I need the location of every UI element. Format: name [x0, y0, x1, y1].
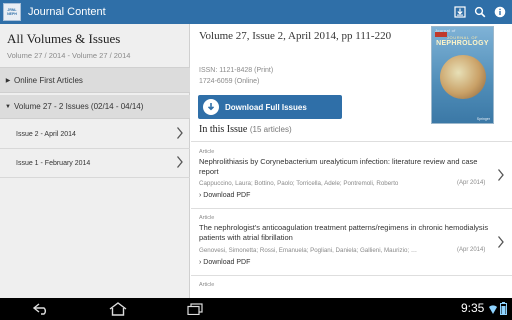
volume-group-label: Volume 27 - 2 Issues (02/14 - 04/14): [14, 102, 144, 111]
wifi-icon: [489, 305, 497, 314]
article-item[interactable]: Article The nephrologist's anticoagulati…: [191, 209, 512, 275]
online-first-label: Online First Articles: [14, 75, 83, 85]
download-icon: [203, 99, 219, 115]
collapse-down-icon: ▼: [5, 103, 11, 110]
chevron-right-icon: [497, 236, 504, 248]
cover-artwork: [440, 55, 486, 99]
app-icon-label-bottom: NEPH: [7, 12, 17, 16]
article-type: Article: [199, 282, 215, 288]
sidebar-subtitle: Volume 27 / 2014 - Volume 27 / 2014: [7, 51, 131, 60]
article-count: (15 articles): [249, 125, 292, 134]
article-title[interactable]: The nephrologist's anticoagulation treat…: [199, 223, 489, 243]
journal-cover[interactable]: Journal of JOURNAL OF NEPHROLOGY Springe…: [431, 26, 494, 124]
download-full-issue-button[interactable]: Download Full Issues: [198, 95, 342, 119]
article-title[interactable]: Nephrolithiasis by Corynebacterium ureal…: [199, 157, 489, 177]
volume-group-row[interactable]: ▼ Volume 27 - 2 Issues (02/14 - 04/14): [0, 95, 190, 119]
article-item[interactable]: Article Nephrolithiasis by Corynebacteri…: [191, 142, 512, 208]
issue-title: Volume 27, Issue 2, April 2014, pp 111-2…: [199, 30, 392, 42]
search-icon[interactable]: [474, 6, 486, 18]
download-manager-icon[interactable]: [454, 6, 466, 18]
issn-print: ISSN: 1121-8428 (Print): [199, 67, 274, 74]
download-full-issue-label: Download Full Issues: [225, 102, 307, 112]
action-bar: JRNL NEPH Journal Content: [0, 0, 512, 24]
issn-online: 1724-6059 (Online): [199, 78, 260, 85]
article-authors: Cappuccino, Laura; Bottino, Paolo; Torri…: [199, 180, 399, 187]
system-nav-bar: 9:35: [0, 298, 512, 320]
article-type: Article: [199, 149, 215, 155]
issue-row[interactable]: Issue 1 - February 2014: [0, 149, 190, 178]
cover-publisher: Springer: [476, 117, 490, 121]
info-icon[interactable]: [494, 6, 506, 18]
status-clock: 9:35: [461, 301, 485, 315]
issue-row[interactable]: Issue 2 - April 2014: [0, 120, 190, 149]
chevron-right-icon: [176, 156, 183, 168]
volumes-sidebar: All Volumes & Issues Volume 27 / 2014 - …: [0, 24, 190, 298]
article-type: Article: [199, 215, 215, 221]
online-first-row[interactable]: ▶ Online First Articles: [0, 67, 190, 93]
expand-right-icon: ▶: [5, 77, 11, 84]
issue-label: Issue 1 - February 2014: [16, 159, 91, 167]
app-icon[interactable]: JRNL NEPH: [3, 3, 21, 21]
issue-label: Issue 2 - April 2014: [16, 130, 76, 138]
chevron-right-icon: [497, 169, 504, 181]
app-title: Journal Content: [28, 6, 106, 18]
battery-icon: [500, 302, 507, 315]
back-icon[interactable]: [32, 303, 50, 315]
chevron-right-icon: [176, 127, 183, 139]
download-pdf-link[interactable]: › Download PDF: [199, 259, 250, 266]
in-this-issue-label: In this Issue: [199, 124, 248, 135]
article-date: (Apr 2014): [457, 247, 486, 253]
article-authors: Genovesi, Simonetta; Rossi, Emanuela; Po…: [199, 247, 419, 254]
issue-content: Volume 27, Issue 2, April 2014, pp 111-2…: [191, 24, 512, 298]
in-this-issue-heading: In this Issue (15 articles): [199, 124, 292, 135]
recent-apps-icon[interactable]: [186, 303, 204, 315]
home-icon[interactable]: [108, 302, 128, 316]
cover-journal-name: NEPHROLOGY: [436, 40, 489, 47]
sidebar-title: All Volumes & Issues: [7, 31, 121, 46]
article-date: (Apr 2014): [457, 180, 486, 186]
article-item[interactable]: Article: [191, 276, 512, 298]
download-pdf-link[interactable]: › Download PDF: [199, 192, 250, 199]
